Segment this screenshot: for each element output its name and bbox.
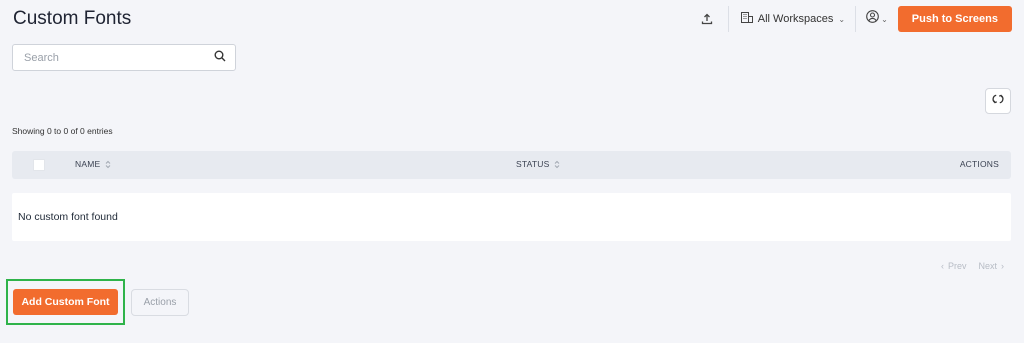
top-toolbar: All Workspaces ⌄ ⌄ Push to Screens	[694, 6, 1012, 32]
column-header-name[interactable]: NAME	[75, 159, 111, 169]
user-menu[interactable]: ⌄	[856, 10, 898, 28]
table-empty-row: No custom font found	[12, 193, 1011, 241]
table-header: NAME STATUS ACTIONS	[12, 151, 1011, 179]
select-all-checkbox[interactable]	[33, 159, 45, 171]
sort-icon[interactable]	[105, 160, 111, 169]
column-header-label: NAME	[75, 159, 101, 169]
search-field[interactable]	[12, 44, 236, 71]
column-header-actions: ACTIONS	[960, 159, 999, 169]
push-to-screens-button[interactable]: Push to Screens	[897, 6, 1012, 32]
user-circle-icon	[866, 10, 879, 28]
pagination: ‹ Prev Next ›	[941, 261, 1004, 271]
add-custom-font-button[interactable]: Add Custom Font	[13, 289, 118, 315]
chevron-left-icon: ‹	[940, 261, 944, 271]
chevron-right-icon: ›	[1001, 261, 1004, 271]
entries-info: Showing 0 to 0 of 0 entries	[12, 126, 113, 136]
chevron-down-icon: ⌄	[838, 14, 846, 24]
upload-icon[interactable]	[694, 6, 720, 32]
search-icon[interactable]	[214, 49, 226, 67]
refresh-button[interactable]	[985, 88, 1011, 114]
column-header-label: ACTIONS	[959, 159, 999, 169]
sort-icon[interactable]	[554, 160, 560, 169]
prev-label: Prev	[947, 261, 967, 271]
next-page-button[interactable]: Next ›	[978, 261, 1004, 271]
page-title: Custom Fonts	[13, 8, 132, 29]
actions-button[interactable]: Actions	[131, 289, 189, 316]
next-label: Next	[978, 261, 997, 271]
column-header-status[interactable]: STATUS	[516, 159, 560, 169]
building-icon	[740, 12, 753, 26]
refresh-icon	[992, 92, 1004, 110]
empty-message: No custom font found	[18, 211, 118, 223]
workspace-select-label: All Workspaces	[757, 13, 834, 25]
search-input[interactable]	[24, 51, 214, 64]
prev-page-button[interactable]: ‹ Prev	[941, 261, 967, 271]
workspace-select[interactable]: All Workspaces ⌄	[729, 12, 855, 26]
chevron-down-icon: ⌄	[881, 14, 888, 24]
column-header-label: STATUS	[516, 159, 550, 169]
